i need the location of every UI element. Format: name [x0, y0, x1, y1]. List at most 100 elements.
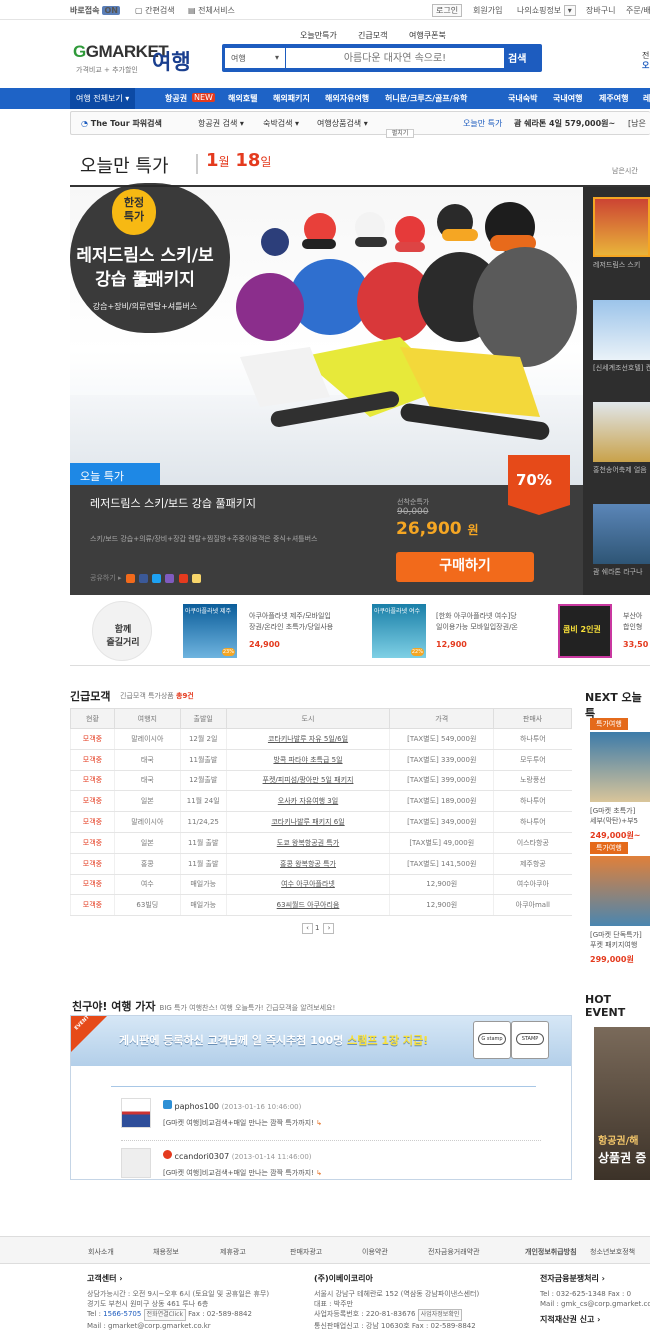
row-seller: 하나투어	[493, 728, 572, 750]
email-share-icon[interactable]	[125, 573, 135, 583]
buy-button[interactable]: 구매하기	[396, 552, 534, 582]
flight-search-dropdown[interactable]: 항공권 검색 ▾	[198, 118, 244, 129]
table-row[interactable]: 모객중 홍콩 11월 출발 홍콩 왕복항공 특가 [TAX별도] 141,500원 제주항…	[70, 853, 572, 875]
table-row[interactable]: 모객중 말레이시아 12월 2일 코타키나발루 자유 5일/6일 [TAX별도] 549…	[70, 728, 572, 750]
deal-name[interactable]: 레저드림스 스키/보드 강습 풀패키지	[90, 495, 256, 511]
chevron-down-icon[interactable]: ▾	[563, 5, 576, 16]
table-row[interactable]: 모객중 말레이시아 11/24,25 코타키나발루 패키지 6일 [TAX별도] 349…	[70, 811, 572, 833]
next-deal-caption: [G마켓 단독특가] 푸켓 패키지여행	[590, 931, 642, 949]
nav-item-cut[interactable]: 레	[643, 93, 650, 104]
my-shopping-link[interactable]: 나의쇼핑정보 ▾	[517, 5, 576, 16]
thumbnail-2[interactable]	[593, 300, 650, 360]
twitter-share-icon[interactable]	[152, 573, 162, 583]
col-destination: 여행지	[113, 708, 181, 729]
nav-item-flight[interactable]: 항공권	[165, 93, 187, 104]
nav-item-honeymoon[interactable]: 허니문/크루즈/골프/유학	[385, 93, 467, 104]
quick-access-link[interactable]: 바로접속 ON	[70, 5, 120, 16]
footer-cs-title[interactable]: 고객센터 ›	[87, 1274, 269, 1284]
cart-link[interactable]: 장바구니	[586, 5, 615, 16]
order-link[interactable]: 주문/배	[626, 5, 650, 16]
hot-event-banner[interactable]: 항공권/해 상품권 증	[594, 1027, 650, 1180]
together-item-2-text[interactable]: [한화 아쿠아플라넷 여수]당 일이용가능 모바일입장권/온	[436, 611, 518, 633]
simple-search-link[interactable]: ▢ 간편검색	[135, 5, 175, 16]
footer-link-youth[interactable]: 청소년보호정책	[590, 1247, 635, 1257]
comment-user[interactable]: paphos100 (2013-01-16 10:46:00)	[163, 1100, 301, 1111]
nav-item-domestic-travel[interactable]: 국내여행	[553, 93, 582, 104]
table-row[interactable]: 모객중 일본 11월 24일 오사카 자유여행 3일 [TAX별도] 189,000원 하…	[70, 790, 572, 813]
row-city-link[interactable]: 홍콩 왕복항공 특가	[225, 853, 390, 875]
table-row[interactable]: 모객중 태국 11월출발 방콕 파타야 초특급 5일 [TAX별도] 339,000원 모…	[70, 749, 572, 771]
prev-page-button[interactable]: ‹	[302, 923, 313, 934]
thetour-power-search[interactable]: ◔ The Tour 파워검색	[81, 118, 162, 129]
mail-share-icon[interactable]	[191, 573, 201, 583]
expand-button[interactable]: 펼치기	[386, 129, 414, 138]
thumbnail-3[interactable]	[593, 402, 650, 462]
stay-search-dropdown[interactable]: 숙박검색 ▾	[263, 118, 299, 129]
nav-item-hotel[interactable]: 해외호텔	[228, 93, 257, 104]
footer-dispute-title[interactable]: 전자금융분쟁처리 ›	[540, 1274, 650, 1284]
event-banner[interactable]: EVENT 게시판에 등록하신 고객님께 일 즉시추첨 100명 스탬프 1장 …	[71, 1014, 571, 1066]
footer-link-terms[interactable]: 이용약관	[362, 1247, 388, 1257]
deal-thumbnail-list: 레저드림스 스키 [신세계조선호텔] 켄 홍천송어축제 얼음 괌 쉐라톤 라구나	[583, 187, 650, 595]
nav-item-package[interactable]: 해외패키지	[273, 93, 310, 104]
table-row[interactable]: 모객중 여수 매일가능 여수 아쿠아플라넷 12,900원 여수아쿠아	[70, 874, 572, 896]
table-row[interactable]: 모객중 태국 12월출발 푸켓/피피섬/팡아만 5일 패키지 [TAX별도] 399,0…	[70, 770, 572, 792]
row-city-link[interactable]: 63씨월드 아쿠아리움	[225, 894, 390, 917]
footer-link-about[interactable]: 회사소개	[88, 1247, 114, 1257]
next-deal-image[interactable]	[590, 856, 650, 926]
thumbnail-4[interactable]	[593, 504, 650, 564]
next-deal-price: 249,000원~	[590, 831, 641, 840]
search-button[interactable]: 검색	[508, 50, 526, 65]
next-deal-image[interactable]	[590, 732, 650, 802]
facebook-share-icon[interactable]	[138, 573, 148, 583]
on-toggle[interactable]: ON	[102, 6, 120, 15]
comment-user[interactable]: ccandori0307 (2013-01-14 11:46:00)	[163, 1150, 312, 1161]
footer-link-seller-ad[interactable]: 판매자광고	[290, 1247, 322, 1257]
footer-link-privacy[interactable]: 개인정보취급방침	[525, 1247, 577, 1257]
footer-link-careers[interactable]: 채용정보	[153, 1247, 179, 1257]
header-link-urgent[interactable]: 긴급모객	[358, 30, 387, 41]
table-header-row: 현황 여행지 출발일 도시 가격 판매사	[70, 708, 572, 729]
row-city-link[interactable]: 푸켓/피피섬/팡아만 5일 패키지	[225, 770, 390, 792]
search-input[interactable]	[286, 48, 504, 68]
row-city-link[interactable]: 코타키나발루 패키지 6일	[225, 811, 390, 833]
join-link[interactable]: 회원가입	[473, 5, 502, 16]
row-city-link[interactable]: 오사카 자유여행 3일	[225, 790, 390, 813]
all-services-link[interactable]: ▤ 전체서비스	[188, 5, 235, 16]
row-city-link[interactable]: 코타키나발루 자유 5일/6일	[225, 728, 390, 750]
table-row[interactable]: 모객중 일본 11월 출발 도쿄 왕복항공권 특가 [TAX별도] 49,000원 이스타…	[70, 832, 572, 854]
header-link-coupon[interactable]: 여행쿠폰북	[409, 30, 446, 41]
row-city-link[interactable]: 여수 아쿠아플라넷	[225, 874, 390, 896]
footer-link-partnership[interactable]: 제휴광고	[220, 1247, 246, 1257]
ticker-deal[interactable]: 괌 쉐라톤 4일 579,000원~	[514, 118, 615, 129]
nav-item-domestic-stay[interactable]: 국내숙박	[508, 93, 537, 104]
nav-item-free-travel[interactable]: 해외자유여행	[325, 93, 369, 104]
reply-icon[interactable]: ↳	[316, 1169, 322, 1177]
blog-share-icon[interactable]	[178, 573, 188, 583]
nav-item-jeju[interactable]: 제주여행	[599, 93, 628, 104]
together-item-1-text[interactable]: 아쿠아플라넷 제주/모바일입 장권/온라인 초특가/당일사용	[249, 611, 333, 633]
thumbnail-1[interactable]	[593, 197, 650, 257]
header-link-today[interactable]: 오늘만특가	[300, 30, 337, 41]
top-utility-bar: 바로접속 ON ▢ 간편검색 ▤ 전체서비스 로그인 회원가입 나의쇼핑정보 ▾ …	[0, 0, 650, 20]
reply-icon[interactable]: ↳	[316, 1119, 322, 1127]
nav-all-travel[interactable]: 여행 전체보기 ▾	[70, 88, 136, 109]
me2day-share-icon[interactable]	[165, 573, 175, 583]
login-button[interactable]: 로그인	[432, 4, 463, 17]
table-row[interactable]: 모객중 63빌딩 매일가능 63씨월드 아쿠아리움 12,900원 아쿠아mall	[70, 894, 572, 917]
footer-link-efinance-terms[interactable]: 전자금융거래약관	[428, 1247, 480, 1257]
row-city-link[interactable]: 방콕 파타야 초특급 5일	[225, 749, 390, 771]
together-image-1[interactable]: 아쿠아플라넷 제주 23%	[183, 604, 237, 658]
current-page[interactable]: 1	[315, 924, 319, 935]
together-item-3-text[interactable]: 부산아 합인형	[623, 611, 642, 633]
row-city-link[interactable]: 도쿄 왕복항공권 특가	[225, 832, 390, 854]
product-search-dropdown[interactable]: 여행상품검색 ▾	[317, 118, 368, 129]
call-connect-button[interactable]: 전화연결Click	[143, 1309, 186, 1321]
travel-logo[interactable]: 여행	[152, 46, 191, 76]
together-image-2[interactable]: 아쿠아플라넷 여수 22%	[372, 604, 426, 658]
search-category-select[interactable]: 여행 ▾	[225, 48, 285, 68]
next-page-button[interactable]: ›	[323, 923, 335, 934]
ip-report-link[interactable]: 지적재산권 신고 ›	[540, 1315, 650, 1325]
business-info-button[interactable]: 사업자정보확인	[417, 1309, 463, 1321]
together-image-3[interactable]: 콤비 2인권	[558, 604, 612, 658]
